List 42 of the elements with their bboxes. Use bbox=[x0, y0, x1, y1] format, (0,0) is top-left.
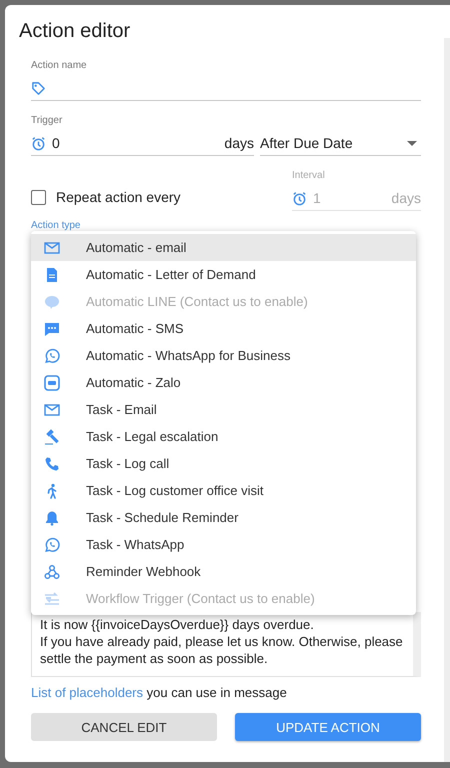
trigger-days-field[interactable]: 0 days bbox=[31, 131, 254, 156]
alarm-clock-icon bbox=[31, 136, 46, 150]
menu-item[interactable]: Task - Email bbox=[31, 396, 416, 423]
field-label: Action name bbox=[31, 60, 87, 72]
checkbox-label: Repeat action every bbox=[56, 189, 181, 205]
menu-item[interactable]: Automatic - Letter of Demand bbox=[31, 261, 416, 288]
menu-item[interactable]: Task - Log call bbox=[31, 450, 416, 477]
relation-dropdown[interactable]: After Due Date bbox=[260, 131, 421, 156]
menu-item[interactable]: Automatic - SMS bbox=[31, 315, 416, 342]
chat-bubble-icon bbox=[44, 294, 60, 310]
menu-item[interactable]: Task - Legal escalation bbox=[31, 423, 416, 450]
envelope-icon bbox=[44, 402, 60, 418]
whatsapp-icon bbox=[44, 348, 60, 364]
field-label: Action type bbox=[31, 220, 80, 232]
phone-icon bbox=[44, 456, 60, 472]
document-icon bbox=[44, 266, 60, 282]
field-label: Interval bbox=[292, 170, 325, 182]
cancel-button[interactable]: CANCEL EDIT bbox=[31, 713, 217, 741]
menu-item[interactable]: Reminder Webhook bbox=[31, 558, 416, 585]
message-text: It is now {{invoiceDaysOverdue}} days overdue. bbox=[40, 616, 315, 633]
dialog-title: Action editor bbox=[18, 19, 132, 43]
menu-item[interactable]: Automatic - email bbox=[31, 234, 416, 261]
bell-icon bbox=[44, 510, 60, 526]
menu-item[interactable]: Automatic - Zalo bbox=[31, 369, 416, 396]
menu-item[interactable]: Automatic - WhatsApp for Business bbox=[31, 342, 416, 369]
caret-icon bbox=[407, 140, 417, 146]
whatsapp-icon bbox=[44, 536, 60, 552]
message-icon bbox=[44, 320, 60, 336]
webhook-icon bbox=[44, 564, 60, 580]
repeat-checkbox[interactable] bbox=[31, 190, 46, 204]
workflow-icon bbox=[44, 590, 60, 606]
gavel-icon bbox=[44, 428, 60, 444]
field-label: Trigger bbox=[31, 115, 62, 127]
note-text: you can use in message bbox=[146, 685, 287, 700]
scrollbar[interactable] bbox=[444, 38, 450, 762]
alarm-clock-icon bbox=[292, 190, 307, 206]
menu-item[interactable]: Task - Schedule Reminder bbox=[31, 504, 416, 531]
message-text: If you have already paid, please let us know. Otherwise, please settle the payment as soon as possible. bbox=[40, 633, 404, 667]
envelope-icon bbox=[44, 240, 60, 256]
menu-item[interactable]: Task - Log customer office visit bbox=[31, 477, 416, 504]
menu-item[interactable]: Task - WhatsApp bbox=[31, 531, 416, 558]
tag-icon bbox=[31, 80, 46, 96]
